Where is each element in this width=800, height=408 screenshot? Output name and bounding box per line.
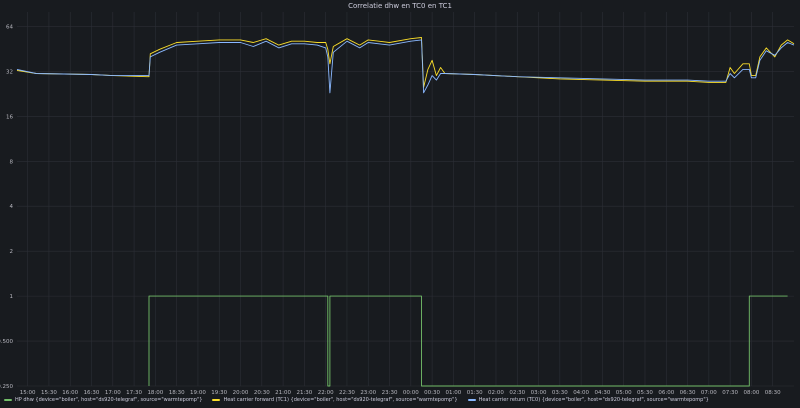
y-tick-label: 2 bbox=[10, 249, 14, 255]
y-tick-label: 4 bbox=[10, 204, 14, 210]
x-tick-label: 07:30 bbox=[722, 390, 738, 396]
legend-item-heat-carrier-forward[interactable]: Heat carrier forward (TC1) {device="boil… bbox=[212, 395, 458, 405]
x-tick-label: 08:00 bbox=[743, 390, 759, 396]
legend-label-hp-dhw: HP dhw {device="boiler", host="ds920-tel… bbox=[15, 397, 203, 403]
y-tick-label: 64 bbox=[6, 24, 13, 30]
y-tick-label: 0.250 bbox=[0, 384, 13, 390]
chart-panel: Correlatie dhw en TC0 en TC1 0.2500.5001… bbox=[0, 0, 800, 408]
legend-swatch-heat-carrier-forward bbox=[212, 399, 221, 401]
x-tick-label: 08:30 bbox=[765, 390, 781, 396]
y-tick-label: 16 bbox=[6, 114, 13, 120]
chart-plot[interactable]: 0.2500.500124816326415:0015:3016:0016:30… bbox=[0, 0, 800, 408]
y-tick-label: 32 bbox=[6, 69, 13, 75]
legend-label-heat-carrier-forward: Heat carrier forward (TC1) {device="boil… bbox=[223, 397, 458, 403]
y-tick-label: 1 bbox=[10, 294, 14, 300]
legend-item-heat-carrier-return[interactable]: Heat carrier return (TC0) {device="boile… bbox=[467, 395, 709, 405]
legend-swatch-heat-carrier-return bbox=[467, 399, 476, 401]
legend-item-hp-dhw[interactable]: HP dhw {device="boiler", host="ds920-tel… bbox=[4, 395, 202, 405]
legend-label-heat-carrier-return: Heat carrier return (TC0) {device="boile… bbox=[478, 397, 709, 403]
legend: HP dhw {device="boiler", host="ds920-tel… bbox=[4, 395, 709, 405]
series-line-heat-carrier-return bbox=[16, 39, 795, 94]
y-tick-label: 8 bbox=[10, 159, 14, 165]
legend-swatch-hp-dhw bbox=[4, 399, 12, 401]
y-tick-label: 0.500 bbox=[0, 339, 13, 345]
